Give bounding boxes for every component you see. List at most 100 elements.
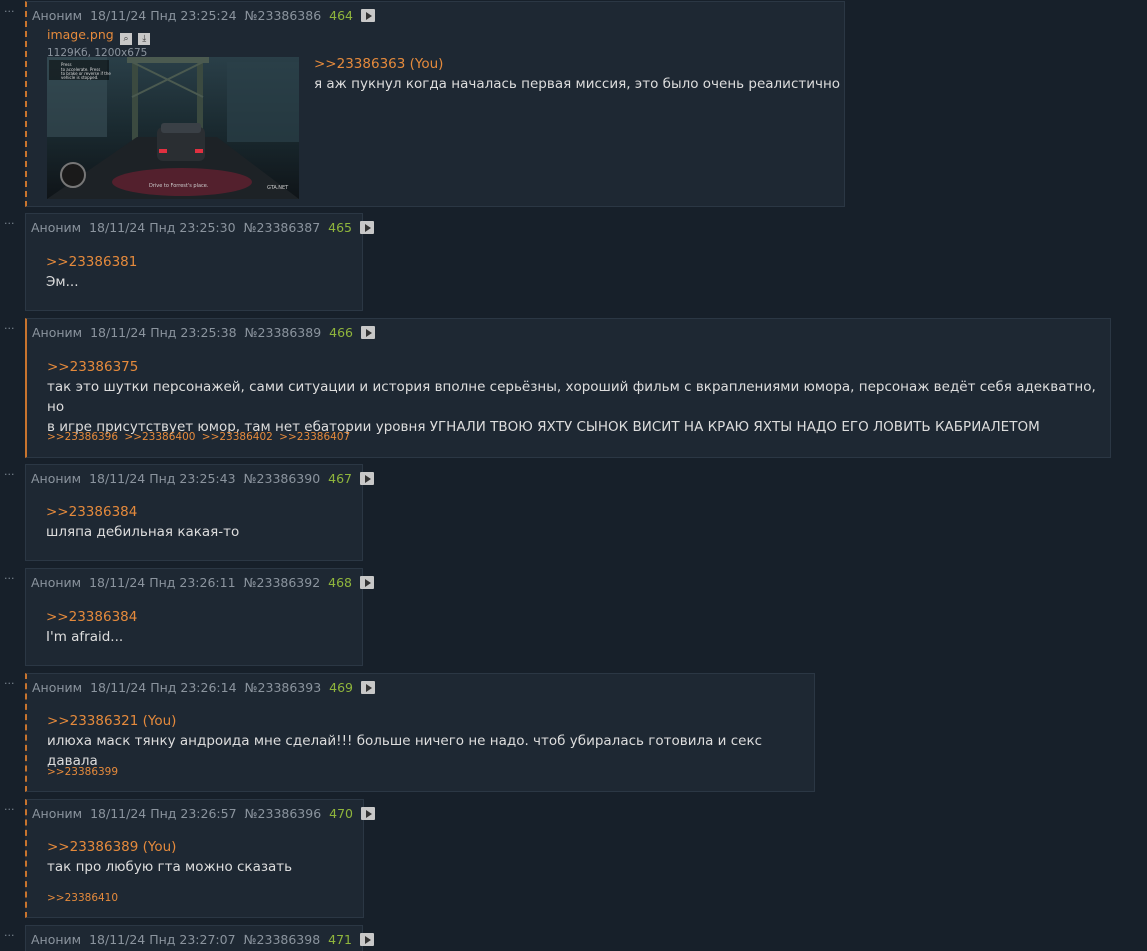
post-date: 18/11/24 Пнд 23:27:07	[89, 932, 236, 947]
answer-link[interactable]: >>23386407	[279, 431, 350, 443]
post-text: I'm afraid...	[46, 629, 124, 645]
answer-link[interactable]: >>23386396	[47, 431, 118, 443]
post-menu-dots-icon[interactable]: ···	[4, 218, 15, 229]
post-header: Аноним 18/11/24 Пнд 23:25:38 №23386389 4…	[32, 325, 379, 340]
post-menu-dots-icon[interactable]: ···	[4, 930, 15, 941]
post-number: 470	[329, 806, 353, 821]
post-id[interactable]: №23386396	[245, 806, 322, 821]
post-author: Аноним	[32, 806, 83, 821]
reply-link[interactable]: >>23386321 (You)	[47, 711, 814, 731]
post-date: 18/11/24 Пнд 23:25:30	[89, 220, 236, 235]
play-icon[interactable]	[360, 807, 375, 820]
post-id[interactable]: №23386387	[244, 220, 321, 235]
post-text: я аж пукнул когда началась первая миссия…	[314, 76, 841, 92]
post-author: Аноним	[32, 680, 83, 695]
post-body: >>23386389 (You) так про любую гта можно…	[47, 837, 292, 877]
post-body: >>23386363 (You) я аж пукнул когда начал…	[314, 54, 840, 94]
post-body: >>23386384 I'm afraid...	[46, 607, 137, 647]
play-icon[interactable]	[359, 933, 374, 946]
post: Аноним 18/11/24 Пнд 23:26:57 №23386396 4…	[25, 799, 375, 918]
post-date: 18/11/24 Пнд 23:25:38	[90, 325, 237, 340]
reply-link[interactable]: >>23386381	[46, 252, 137, 272]
post: Аноним 18/11/24 Пнд 23:25:38 №23386389 4…	[25, 318, 1111, 458]
post-header: Аноним 18/11/24 Пнд 23:25:43 №23386390 4…	[31, 471, 378, 486]
post: Аноним 18/11/24 Пнд 23:25:24 №23386386 4…	[25, 1, 845, 207]
play-icon[interactable]	[359, 221, 374, 234]
post-id[interactable]: №23386386	[245, 8, 322, 23]
post-text: так про любую гта можно сказать	[47, 859, 293, 875]
post-date: 18/11/24 Пнд 23:25:43	[89, 471, 236, 486]
post-number: 471	[328, 932, 352, 947]
play-icon[interactable]	[360, 326, 375, 339]
play-icon[interactable]	[359, 472, 374, 485]
post-menu-dots-icon[interactable]: ···	[4, 804, 15, 815]
post-header: Аноним 18/11/24 Пнд 23:25:30 №23386387 4…	[31, 220, 378, 235]
post-number: 467	[328, 471, 352, 486]
post-id[interactable]: №23386392	[244, 575, 321, 590]
play-icon[interactable]	[359, 576, 374, 589]
post-body: >>23386321 (You) илюха маск тянку андрои…	[47, 711, 814, 771]
post: Аноним 18/11/24 Пнд 23:27:07 №23386398 4…	[25, 925, 374, 951]
post-number: 465	[328, 220, 352, 235]
post-id[interactable]: №23386398	[244, 932, 321, 947]
post: Аноним 18/11/24 Пнд 23:26:14 №23386393 4…	[25, 673, 815, 792]
post-date: 18/11/24 Пнд 23:26:14	[90, 680, 237, 695]
post-date: 18/11/24 Пнд 23:26:11	[89, 575, 236, 590]
answer-link[interactable]: >>23386410	[47, 892, 118, 904]
post-header: Аноним 18/11/24 Пнд 23:25:24 №23386386 4…	[32, 8, 379, 23]
post-body: >>23386381 Эм...	[46, 252, 137, 292]
post-header: Аноним 18/11/24 Пнд 23:26:11 №23386392 4…	[31, 575, 378, 590]
post-number: 468	[328, 575, 352, 590]
game-hint-4: vehicle is stopped.	[61, 75, 98, 80]
post-menu-dots-icon[interactable]: ···	[4, 573, 15, 584]
answer-link[interactable]: >>23386400	[124, 431, 195, 443]
reply-link[interactable]: >>23386384	[46, 607, 137, 627]
file-info: image.png ⌕ ⤓ 1129Кб, 1200x675	[47, 27, 151, 59]
post-author: Аноним	[32, 325, 83, 340]
post-number: 469	[329, 680, 353, 695]
post-menu-dots-icon[interactable]: ···	[4, 678, 15, 689]
post-text: Эм...	[46, 274, 79, 290]
post-id[interactable]: №23386393	[245, 680, 322, 695]
play-icon[interactable]	[360, 681, 375, 694]
post-menu-dots-icon[interactable]: ···	[4, 469, 15, 480]
reply-link[interactable]: >>23386389 (You)	[47, 837, 292, 857]
download-icon[interactable]: ⤓	[138, 33, 151, 45]
thread: ··· Аноним 18/11/24 Пнд 23:25:24 №233863…	[0, 0, 1147, 951]
game-subtitle: Drive to Forrest's place.	[149, 183, 209, 189]
search-icon[interactable]: ⌕	[120, 33, 132, 45]
post-date: 18/11/24 Пнд 23:25:24	[90, 8, 237, 23]
post: Аноним 18/11/24 Пнд 23:25:43 №23386390 4…	[25, 464, 374, 561]
post-text-line-1: так это шутки персонажей, сами ситуации …	[47, 379, 1096, 415]
reply-link[interactable]: >>23386384	[46, 502, 239, 522]
post-answers: >>23386399	[47, 766, 121, 778]
post-author: Аноним	[31, 471, 82, 486]
reply-link[interactable]: >>23386363 (You)	[314, 54, 840, 74]
post-number: 466	[329, 325, 353, 340]
file-name-link[interactable]: image.png	[47, 27, 114, 42]
post-author: Аноним	[32, 8, 83, 23]
post-author: Аноним	[31, 932, 82, 947]
post-id[interactable]: №23386390	[244, 471, 321, 486]
post-id[interactable]: №23386389	[245, 325, 322, 340]
post-date: 18/11/24 Пнд 23:26:57	[90, 806, 237, 821]
answer-link[interactable]: >>23386402	[202, 431, 273, 443]
answer-link[interactable]: >>23386399	[47, 766, 118, 778]
post-answers: >>23386410	[47, 892, 121, 904]
post-author: Аноним	[31, 220, 82, 235]
reply-link[interactable]: >>23386375	[47, 357, 1110, 377]
post-text: шляпа дебильная какая-то	[46, 524, 240, 540]
post-header: Аноним 18/11/24 Пнд 23:26:14 №23386393 4…	[32, 680, 379, 695]
game-logo: GTA.NET	[267, 185, 289, 191]
post: Аноним 18/11/24 Пнд 23:26:11 №23386392 4…	[25, 568, 374, 666]
post-image-thumbnail[interactable]: Press to accelerate. Press to brake or r…	[47, 57, 299, 199]
post-menu-dots-icon[interactable]: ···	[4, 323, 15, 334]
post-author: Аноним	[31, 575, 82, 590]
post-body: >>23386384 шляпа дебильная какая-то	[46, 502, 239, 542]
post: Аноним 18/11/24 Пнд 23:25:30 №23386387 4…	[25, 213, 374, 311]
post-header: Аноним 18/11/24 Пнд 23:27:07 №23386398 4…	[31, 932, 378, 947]
post-menu-dots-icon[interactable]: ···	[4, 6, 15, 17]
post-number: 464	[329, 8, 353, 23]
play-icon[interactable]	[360, 9, 375, 22]
post-text: илюха маск тянку андроида мне сделай!!! …	[47, 733, 763, 769]
